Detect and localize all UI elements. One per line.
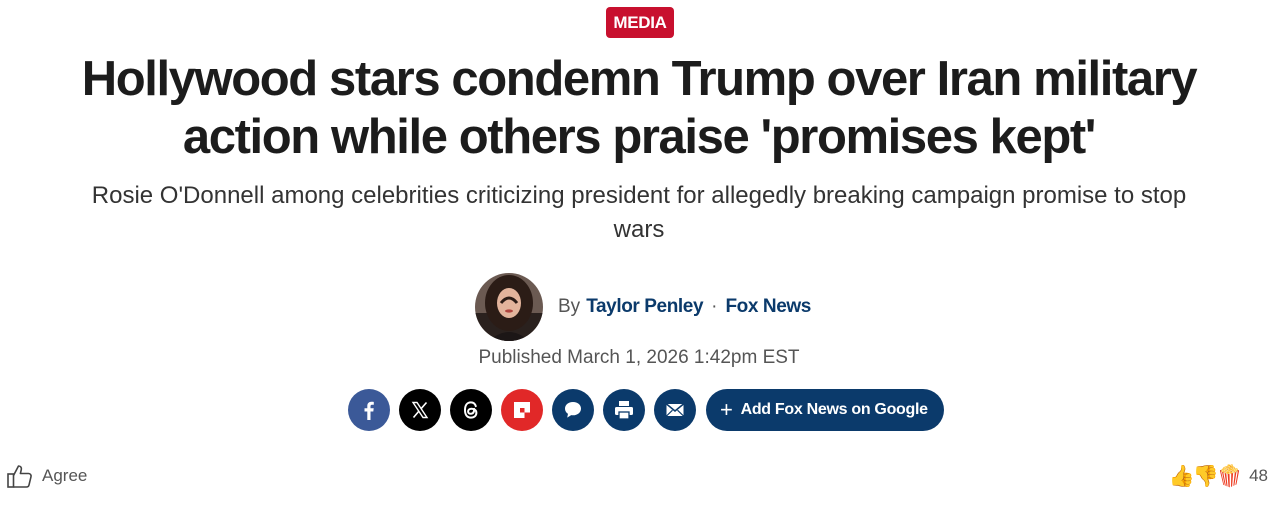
popcorn-emoji-icon: 🍿	[1216, 464, 1244, 488]
outlet-link[interactable]: Fox News	[725, 296, 811, 318]
reactions-count: 48	[1249, 466, 1268, 485]
print-button[interactable]	[603, 389, 645, 431]
byline: By Taylor Penley · Fox News	[558, 294, 811, 320]
byline-by: By	[558, 296, 581, 317]
byline-separator: ·	[711, 296, 718, 317]
facebook-icon	[364, 401, 374, 420]
agree-button[interactable]: Agree	[6, 462, 87, 490]
author-avatar[interactable]	[475, 273, 543, 341]
thumbs-up-outline-icon	[7, 465, 32, 488]
facebook-share-button[interactable]	[348, 389, 390, 431]
subheadline: Rosie O'Donnell among celebrities critic…	[91, 182, 1187, 243]
print-icon	[615, 401, 633, 420]
reactions-summary[interactable]: 👍 👎 🍿 48	[1169, 462, 1268, 490]
add-google-label: Add Fox News on Google	[740, 401, 928, 418]
headline: Hollywood stars condemn Trump over Iran …	[81, 52, 1198, 164]
email-share-button[interactable]	[654, 389, 696, 431]
flipboard-share-button[interactable]	[501, 389, 543, 431]
flipboard-icon	[514, 402, 530, 418]
plus-icon: +	[720, 397, 733, 422]
media-badge[interactable]: MEDIA	[606, 7, 674, 38]
published-timestamp: Published March 1, 2026 1:42pm EST	[478, 347, 800, 368]
comments-button[interactable]	[552, 389, 594, 431]
threads-share-button[interactable]	[450, 389, 492, 431]
author-link[interactable]: Taylor Penley	[586, 296, 703, 318]
agree-label: Agree	[42, 466, 88, 485]
thumbs-up-emoji-icon: 👍	[1168, 464, 1195, 488]
thumbs-down-emoji-icon: 👎	[1192, 464, 1219, 488]
share-bar: + Add Fox News on Google	[348, 389, 944, 431]
author-photo-icon	[475, 273, 543, 341]
add-fox-news-on-google-button[interactable]: + Add Fox News on Google	[706, 389, 944, 431]
x-share-button[interactable]	[399, 389, 441, 431]
comment-icon	[565, 402, 581, 418]
x-icon	[411, 401, 429, 419]
email-icon	[666, 403, 684, 417]
threads-icon	[463, 401, 478, 419]
